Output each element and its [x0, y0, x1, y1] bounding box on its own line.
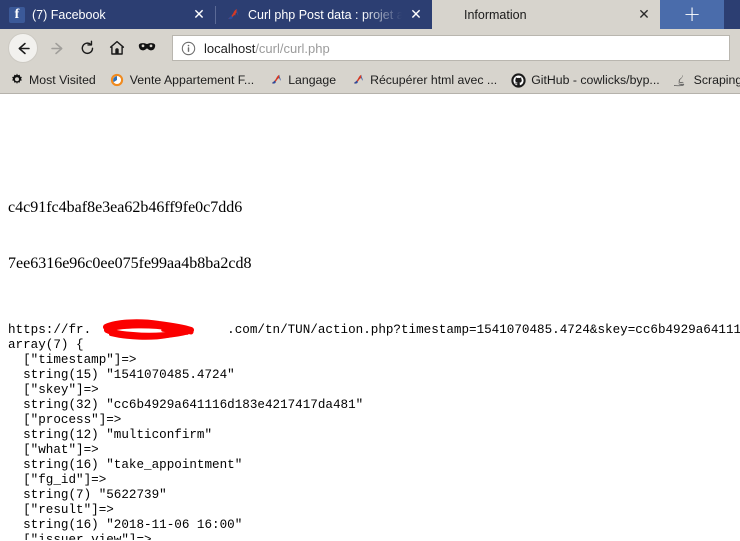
java-icon	[674, 73, 689, 88]
md5-hash-line-1: c4c91fc4baf8e3ea62b46ff9fe0c7dd6	[8, 199, 243, 216]
browser-tab-facebook[interactable]: f (7) Facebook ✕	[0, 0, 215, 29]
orange-circle-icon	[110, 73, 125, 88]
tab-close-button[interactable]: ✕	[406, 8, 426, 22]
bookmark-vente-appartement[interactable]: Vente Appartement F...	[110, 73, 254, 88]
new-tab-button[interactable]: +	[660, 0, 724, 29]
address-bar[interactable]: localhost/curl/curl.php	[172, 35, 730, 61]
request-url-and-var-dump: https://fr. .com/tn/TUN/action.php?times…	[0, 323, 740, 540]
browser-tab-curl-php[interactable]: Curl php Post data : projet autobo ✕	[216, 0, 432, 29]
tab-title: (7) Facebook	[32, 7, 106, 22]
facebook-icon: f	[9, 6, 25, 23]
browser-tab-information[interactable]: Information ✕	[432, 0, 660, 29]
blank-icon	[441, 7, 457, 23]
tab-strip: f (7) Facebook ✕ Curl php Post data : pr…	[0, 0, 740, 29]
tab-close-button[interactable]: ✕	[634, 8, 654, 22]
firefox-icon	[350, 73, 365, 88]
tab-title: Information	[464, 7, 527, 22]
info-icon[interactable]	[181, 41, 196, 56]
page-content: c4c91fc4baf8e3ea62b46ff9fe0c7dd6 7ee6316…	[0, 94, 740, 540]
var-dump-text: array(7) { ["timestamp"]=> string(15) "1…	[8, 338, 364, 540]
request-url-text: https://fr. .com/tn/TUN/action.php?times…	[8, 323, 740, 337]
bookmark-label: Récupérer html avec ...	[370, 72, 498, 87]
bookmark-langage[interactable]: Langage	[268, 73, 336, 88]
bookmark-label: Vente Appartement F...	[129, 72, 255, 87]
bookmark-recuperer-html[interactable]: Récupérer html avec ...	[350, 73, 497, 88]
reload-icon[interactable]	[72, 33, 102, 63]
bookmark-label: Langage	[288, 72, 337, 87]
md5-hash-line-2: 7ee6316e96c0ee075fe99aa4b8ba2cd8	[8, 255, 252, 272]
tab-strip-filler	[724, 0, 740, 29]
bookmarks-bar: Most Visited Vente Appartement F... Lang…	[0, 67, 740, 94]
bookmark-most-visited[interactable]: Most Visited	[9, 73, 96, 88]
mask-icon[interactable]	[132, 33, 162, 63]
bookmark-scraping-javascript[interactable]: Scraping Javascript v	[674, 73, 740, 88]
home-icon[interactable]	[102, 33, 132, 63]
navigation-toolbar: localhost/curl/curl.php	[0, 29, 740, 67]
forward-arrow-icon	[42, 33, 72, 63]
gear-icon	[9, 73, 24, 88]
url-path: /curl/curl.php	[255, 40, 330, 56]
url-host: localhost	[204, 40, 256, 56]
firefox-icon	[268, 73, 283, 88]
back-arrow-icon[interactable]	[8, 33, 38, 63]
bookmark-label: GitHub - cowlicks/byp...	[531, 72, 660, 87]
firefox-icon	[225, 7, 241, 23]
address-bar-text: localhost/curl/curl.php	[204, 41, 330, 56]
tab-close-button[interactable]: ✕	[189, 8, 209, 22]
bookmark-label: Scraping Javascript v	[693, 72, 740, 87]
bookmark-github[interactable]: GitHub - cowlicks/byp...	[511, 72, 660, 88]
github-icon	[511, 72, 526, 88]
bookmark-label: Most Visited	[29, 72, 96, 87]
tab-title: Curl php Post data : projet autobo	[248, 7, 402, 22]
